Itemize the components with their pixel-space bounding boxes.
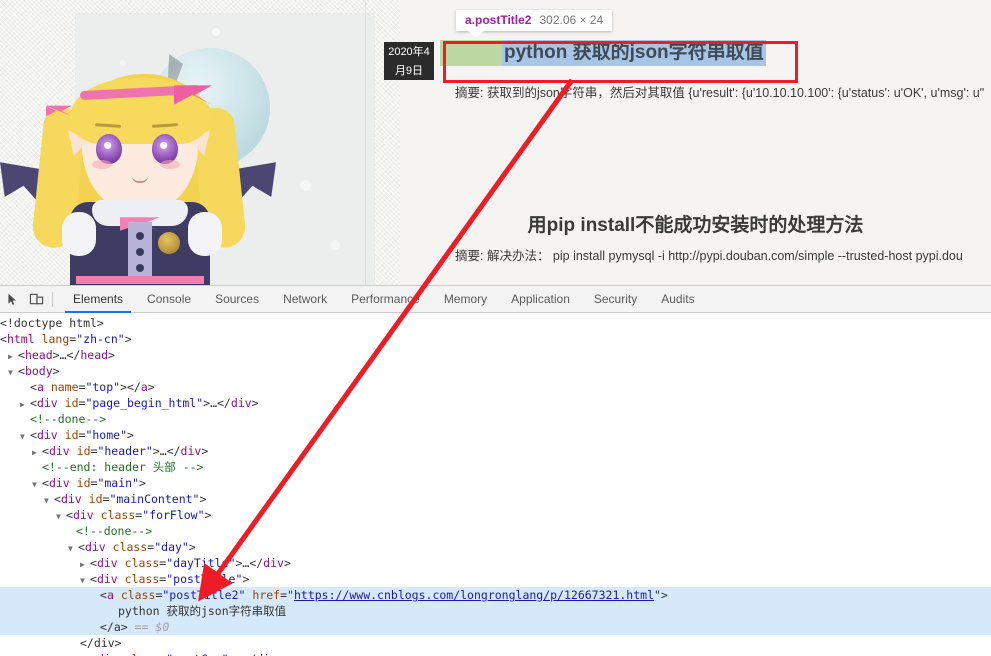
post2-summary: 摘要: 解决办法： pip install pymysql -i http://… xyxy=(455,245,963,264)
twisty-collapsed-icon[interactable] xyxy=(80,651,90,656)
dom-node-comment-done[interactable]: <!--done--> xyxy=(0,411,991,427)
uniform-button xyxy=(136,248,144,256)
doctype-text: <!doctype html> xyxy=(0,316,104,330)
dom-node-a-top[interactable]: <a name="top"></a> xyxy=(0,379,991,395)
tab-network[interactable]: Network xyxy=(271,286,339,313)
anime-character-illustration xyxy=(0,26,375,285)
dom-node-posttitle[interactable]: <div class="postTitle"> xyxy=(0,571,991,587)
attr-value: "postTitle2" xyxy=(162,588,245,602)
tab-audits[interactable]: Audits xyxy=(649,286,706,313)
dom-node-comment-done-2[interactable]: <!--done--> xyxy=(0,523,991,539)
tab-sources[interactable]: Sources xyxy=(203,286,271,313)
attr-value: "forFlow" xyxy=(142,508,204,522)
selected-node-ref: == $0 xyxy=(135,620,170,634)
tag-name: a xyxy=(107,588,114,602)
uniform-button xyxy=(136,264,144,272)
dom-node-main[interactable]: <div id="main"> xyxy=(0,475,991,491)
attr-name: name xyxy=(51,380,79,394)
tab-security[interactable]: Security xyxy=(582,286,649,313)
toolbar-divider xyxy=(52,292,53,307)
comment-text: <!--done--> xyxy=(76,524,152,538)
post-date-badge: 2020年4月9日 xyxy=(384,42,434,80)
post1-summary: 摘要: 获取到的json字符串，然后对其取值 {u'result': {u'10… xyxy=(455,82,984,101)
attr-value: "day" xyxy=(154,540,189,554)
tab-memory[interactable]: Memory xyxy=(432,286,499,313)
attr-name: class xyxy=(121,588,156,602)
closing-tag: </div> xyxy=(80,636,122,650)
tab-console[interactable]: Console xyxy=(135,286,203,313)
column-divider xyxy=(365,0,366,285)
element-inspector-tooltip: a.postTitle2 302.06 × 24 xyxy=(456,10,612,31)
attr-value: "home" xyxy=(85,428,127,442)
node-text: python 获取的json字符串取值 xyxy=(118,604,286,618)
attr-value: "postCon" xyxy=(166,652,228,656)
tag-name: body xyxy=(25,364,53,378)
sleeve-right xyxy=(188,212,222,256)
dom-node-html[interactable]: <html lang="zh-cn"> xyxy=(0,331,991,347)
attr-value: "mainContent" xyxy=(109,492,199,506)
dom-node-posttitle-close[interactable]: </div> xyxy=(0,635,991,651)
comment-text: <!--end: header 头部 --> xyxy=(42,460,203,474)
devtools-panel: Elements Console Sources Network Perform… xyxy=(0,285,991,656)
tag-name: a xyxy=(141,380,148,394)
attr-name: href xyxy=(252,588,280,602)
annotation-red-rectangle xyxy=(443,41,798,83)
browser-page-viewport: 2020年4月9日 python 获取的json字符串取值 摘要: 获取到的js… xyxy=(0,0,991,285)
attr-name: class xyxy=(101,508,136,522)
href-link[interactable]: https://www.cnblogs.com/longronglang/p/1… xyxy=(294,588,654,602)
dom-node-doctype[interactable]: <!doctype html> xyxy=(0,315,991,331)
dom-node-comment-header-end[interactable]: <!--end: header 头部 --> xyxy=(0,459,991,475)
attr-value: "zh-cn" xyxy=(76,332,124,346)
attr-name: id xyxy=(65,396,79,410)
attr-value: "page_begin_html" xyxy=(85,396,203,410)
tooltip-selector: a.postTitle2 xyxy=(465,13,531,27)
comment-text: <!--done--> xyxy=(30,412,106,426)
dom-node-forflow[interactable]: <div class="forFlow"> xyxy=(0,507,991,523)
tag-name: head xyxy=(80,348,108,362)
attr-value: "top" xyxy=(85,380,120,394)
dom-node-posttitle2-text[interactable]: python 获取的json字符串取值 xyxy=(0,603,991,619)
attr-value: "main" xyxy=(97,476,139,490)
uniform-badge xyxy=(158,232,180,254)
tag-name: a xyxy=(37,380,44,394)
tab-elements[interactable]: Elements xyxy=(61,286,135,313)
dom-node-home[interactable]: <div id="home"> xyxy=(0,427,991,443)
attr-value: "postTitle" xyxy=(166,572,242,586)
screenshot-root: 2020年4月9日 python 获取的json字符串取值 摘要: 获取到的js… xyxy=(0,0,991,656)
uniform-button xyxy=(136,232,144,240)
dom-node-day[interactable]: <div class="day"> xyxy=(0,539,991,555)
attr-value: "header" xyxy=(97,444,152,458)
dom-node-posttitle2-selected[interactable]: <a class="postTitle2" href="https://www.… xyxy=(0,587,991,603)
attr-value: "dayTitle" xyxy=(166,556,235,570)
dom-node-maincontent[interactable]: <div id="mainContent"> xyxy=(0,491,991,507)
tooltip-dimensions: 302.06 × 24 xyxy=(539,13,603,27)
post2-title-link[interactable]: 用pip install不能成功安装时的处理方法 xyxy=(400,210,991,237)
tag-name: html xyxy=(7,332,35,346)
dom-node-daytitle[interactable]: <div class="dayTitle">…</div> xyxy=(0,555,991,571)
blush-left xyxy=(92,160,112,169)
tab-application[interactable]: Application xyxy=(499,286,582,313)
dom-node-posttitle2-close[interactable]: </a> == $0 xyxy=(0,619,991,635)
sleeve-left xyxy=(62,212,96,256)
device-toolbar-icon[interactable] xyxy=(24,286,48,313)
tab-performance[interactable]: Performance xyxy=(339,286,432,313)
dom-node-head[interactable]: <head>…</head> xyxy=(0,347,991,363)
inspect-cursor-icon[interactable] xyxy=(0,286,24,313)
devtools-tab-bar: Elements Console Sources Network Perform… xyxy=(0,286,991,313)
dom-node-header[interactable]: <div id="header">…</div> xyxy=(0,443,991,459)
attr-name: lang xyxy=(42,332,70,346)
dom-node-page-begin-html[interactable]: <div id="page_begin_html">…</div> xyxy=(0,395,991,411)
dom-node-body[interactable]: <body> xyxy=(0,363,991,379)
dom-node-postcon[interactable]: <div class="postCon">…</div> xyxy=(0,651,991,656)
tag-name: head xyxy=(25,348,53,362)
dom-tree-view[interactable]: <!doctype html> <html lang="zh-cn"> <hea… xyxy=(0,313,991,656)
blush-right xyxy=(160,160,180,169)
closing-tag: </a> xyxy=(100,620,128,634)
